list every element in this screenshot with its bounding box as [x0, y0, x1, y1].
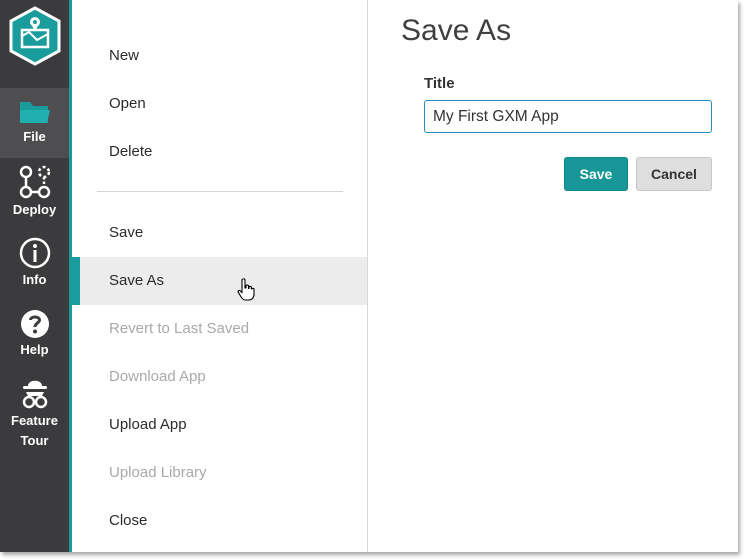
menu-item-new[interactable]: New [72, 32, 367, 80]
title-field-label: Title [424, 75, 455, 92]
menu-item-save-as[interactable]: Save As [72, 257, 367, 305]
folder-icon [19, 102, 50, 123]
cancel-button[interactable]: Cancel [636, 157, 712, 191]
page-title: Save As [401, 14, 512, 47]
info-icon [19, 237, 50, 269]
save-as-panel: Save As Title Save Cancel [369, 0, 738, 552]
app-window: File Deploy Info Help Feature Tour New O… [0, 0, 738, 552]
rail-item-label: Deploy [12, 202, 57, 217]
menu-item-open[interactable]: Open [72, 80, 367, 128]
rail-item-label: File [23, 129, 46, 144]
menu-item-revert: Revert to Last Saved [109, 320, 250, 337]
rail-item-label: Help [20, 342, 49, 357]
app-logo-icon [9, 6, 61, 66]
menu-item-upload-app[interactable]: Upload App [72, 401, 367, 449]
menu-item-save[interactable]: Save [72, 209, 367, 257]
hand-cursor-icon [237, 278, 255, 301]
rail-item-label-line2: Tour [20, 433, 49, 448]
icon-rail: File Deploy Info Help Feature Tour [0, 0, 69, 552]
deploy-icon [19, 165, 50, 199]
help-icon [20, 310, 49, 338]
rail-item-file[interactable]: File [0, 88, 69, 158]
file-menu: New Open Delete Save Save As Revert to L… [72, 0, 368, 552]
menu-item-download-app: Download App [109, 368, 206, 385]
rail-item-deploy[interactable]: Deploy [0, 160, 69, 230]
rail-item-help[interactable]: Help [0, 306, 69, 372]
menu-divider [97, 191, 343, 192]
save-button[interactable]: Save [564, 157, 628, 191]
rail-item-label: Info [22, 272, 47, 287]
menu-item-close[interactable]: Close [72, 497, 367, 545]
rail-item-feature-tour[interactable]: Feature Tour [0, 376, 69, 456]
menu-item-delete[interactable]: Delete [72, 128, 367, 176]
rail-item-info[interactable]: Info [0, 233, 69, 301]
menu-item-upload-library: Upload Library [109, 464, 207, 481]
title-input[interactable] [424, 100, 712, 133]
rail-item-label-line1: Feature [11, 413, 58, 428]
feature-tour-icon [22, 380, 47, 409]
